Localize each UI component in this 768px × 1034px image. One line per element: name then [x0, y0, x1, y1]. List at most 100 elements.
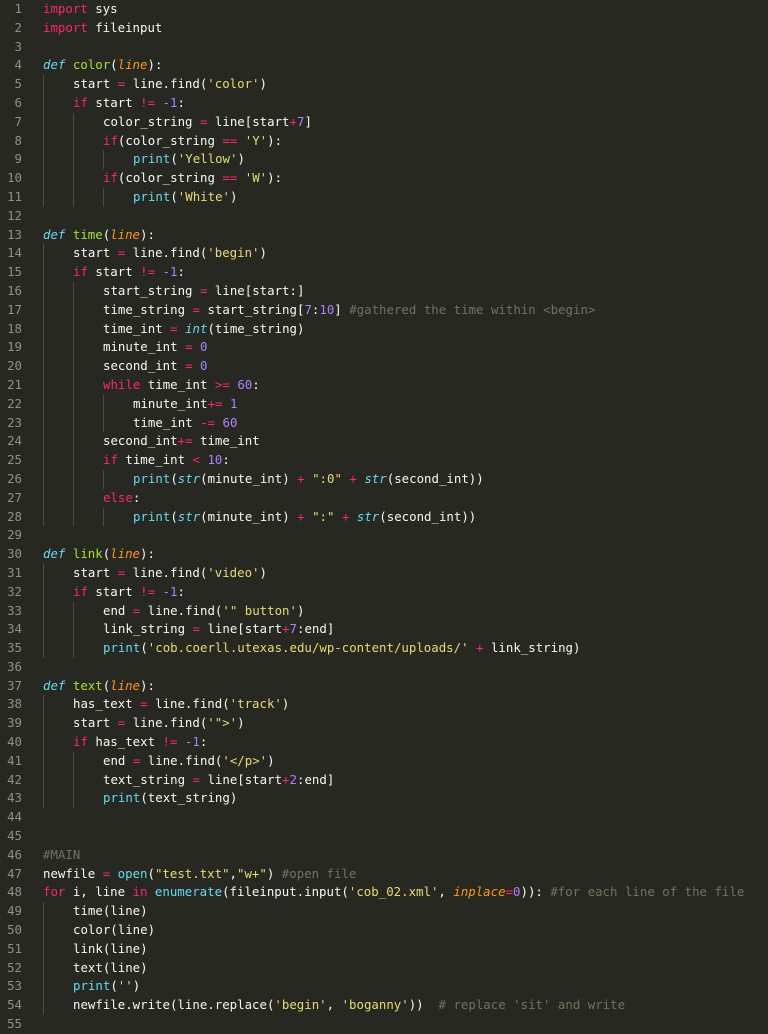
code-line[interactable]: 32 if start != -1: [0, 582, 768, 602]
code-token: : [222, 452, 230, 468]
code-token: 'begin' [207, 245, 260, 261]
code-line[interactable]: 8 if(color_string == 'Y'): [0, 131, 768, 151]
code-line[interactable]: 19 minute_int = 0 [0, 338, 768, 358]
code-line[interactable]: 6 if start != -1: [0, 93, 768, 113]
code-line[interactable]: 23 time_int -= 60 [0, 413, 768, 433]
code-line[interactable]: 5 start = line.find('color') [0, 75, 768, 94]
code-line[interactable]: 40 if has_text != -1: [0, 733, 768, 752]
code-token: -1 [184, 734, 200, 750]
code-token: if [73, 94, 88, 110]
line-number: 47 [7, 865, 22, 881]
code-line[interactable]: 30 def link(line): [0, 545, 768, 564]
code-token: line[start [207, 113, 290, 129]
line-number: 30 [7, 546, 22, 562]
code-line[interactable]: 13 def time(line): [0, 226, 768, 245]
indent-guide [73, 150, 74, 170]
code-line[interactable]: 45 [0, 827, 768, 846]
code-line[interactable]: 10 if(color_string == 'W'): [0, 169, 768, 188]
code-token: line.find( [125, 715, 208, 731]
indent-guide [43, 451, 44, 470]
code-token: line.find( [125, 76, 208, 92]
code-token: == [222, 170, 238, 186]
code-token: line[start [200, 771, 283, 787]
code-line[interactable]: 36 [0, 658, 768, 677]
code-line[interactable]: 50 color(line) [0, 921, 768, 940]
code-line[interactable]: 17 time_string = start_string[7:10] #gath… [0, 300, 768, 320]
code-line[interactable]: 34 link_string = line[start+7:end] [0, 620, 768, 640]
code-line[interactable]: 1 import sys [0, 0, 768, 19]
line-number: 46 [7, 846, 22, 862]
code-line[interactable]: 21 while time_int >= 60: [0, 375, 768, 395]
code-line[interactable]: 4 def color(line): [0, 56, 768, 75]
code-line[interactable]: 3 [0, 38, 768, 57]
code-line[interactable]: 18 time_int = int(time_string) [0, 319, 768, 339]
indent-guide [43, 939, 44, 959]
code-text: text(line) [73, 959, 148, 978]
code-line[interactable]: 2 import fileinput [0, 19, 768, 38]
code-token: link_string [103, 621, 193, 637]
code-line[interactable]: 31 start = line.find('video') [0, 563, 768, 583]
code-text: end = line.find('" button') [103, 602, 304, 621]
indent-guide [43, 338, 44, 358]
code-token: )) [408, 997, 439, 1013]
code-line[interactable]: 16 start_string = line[start:] [0, 281, 768, 301]
code-line[interactable]: 55 [0, 1015, 768, 1034]
code-line[interactable]: 53 print('') [0, 977, 768, 997]
code-line[interactable]: 42 text_string = line[start+2:end] [0, 770, 768, 790]
code-line[interactable]: 25 if time_int < 10: [0, 451, 768, 470]
line-number: 3 [14, 38, 22, 54]
code-line[interactable]: 51 link(line) [0, 939, 768, 959]
code-line[interactable]: 48 for i, line in enumerate(fileinput.inp… [0, 883, 768, 902]
code-line[interactable]: 46 #MAIN [0, 846, 768, 865]
indent-guide [73, 451, 74, 470]
indent-guide [73, 375, 74, 395]
code-line[interactable]: 12 [0, 207, 768, 226]
code-line[interactable]: 38 has_text = line.find('track') [0, 695, 768, 715]
code-token: #for each line of the file [550, 884, 745, 900]
code-line[interactable]: 7 color_string = line[start+7] [0, 112, 768, 132]
code-token: 'begin' [274, 997, 327, 1013]
code-line[interactable]: 11 print('White') [0, 187, 768, 207]
code-text: time_int -= 60 [133, 414, 237, 433]
code-token: start [87, 583, 141, 599]
code-token: newfile.write(line.replace( [73, 997, 275, 1013]
code-line[interactable]: 49 time(line) [0, 902, 768, 922]
code-line[interactable]: 33 end = line.find('" button') [0, 601, 768, 621]
code-line[interactable]: 24 second_int+= time_int [0, 432, 768, 452]
code-line[interactable]: 15 if start != -1: [0, 263, 768, 282]
code-token: 'boganny' [341, 997, 409, 1013]
code-line[interactable]: 9 print('Yellow') [0, 150, 768, 170]
code-line[interactable]: 54 newfile.write(line.replace('begin', 'b… [0, 996, 768, 1016]
code-line[interactable]: 35 print('cob.coerll.utexas.edu/wp-conten… [0, 639, 768, 658]
code-line[interactable]: 27 else: [0, 488, 768, 508]
code-line[interactable]: 14 start = line.find('begin') [0, 244, 768, 264]
code-line[interactable]: 47 newfile = open("test.txt","w+") #open … [0, 865, 768, 884]
code-line[interactable]: 44 [0, 808, 768, 827]
code-line[interactable]: 29 [0, 526, 768, 545]
code-token: != [162, 734, 178, 750]
code-token: (second_int)) [386, 470, 484, 486]
code-line[interactable]: 39 start = line.find('">') [0, 714, 768, 734]
code-line[interactable]: 37 def text(line): [0, 677, 768, 696]
line-number: 15 [7, 264, 22, 280]
code-token: , [229, 865, 238, 881]
code-token: ): [140, 546, 155, 562]
code-line[interactable]: 28 print(str(minute_int) + ":" + str(seco… [0, 507, 768, 527]
indent-guide [43, 169, 44, 188]
code-line[interactable]: 20 second_int = 0 [0, 357, 768, 376]
indent-guide [73, 112, 74, 132]
code-line[interactable]: 22 minute_int+= 1 [0, 394, 768, 414]
indent-guide [103, 150, 104, 170]
code-editor[interactable]: 1 import sys 2 import fileinput 3 4 def color(… [0, 0, 768, 1031]
code-line[interactable]: 26 print(str(minute_int) + ":0" + str(sec… [0, 469, 768, 489]
code-line[interactable]: 41 end = line.find('</p>') [0, 751, 768, 771]
code-token: : [177, 264, 185, 280]
code-line[interactable]: 52 text(line) [0, 958, 768, 978]
code-token: : [132, 489, 141, 505]
code-token: open [117, 865, 148, 881]
code-line[interactable]: 43 print(text_string) [0, 789, 768, 809]
code-token: def [43, 226, 66, 242]
line-number: 12 [7, 207, 22, 223]
